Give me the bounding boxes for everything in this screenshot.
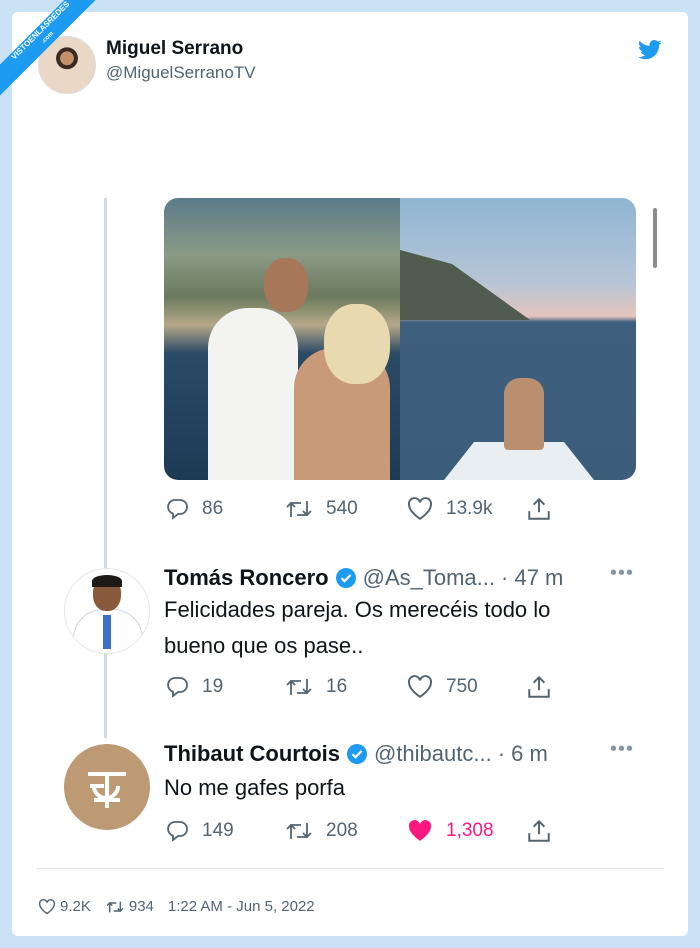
tweet-footer: 9.2K 934 1:22 AM - Jun 5, 2022 [38, 898, 329, 915]
share-icon [528, 819, 550, 842]
reply-icon [167, 499, 188, 520]
reply-time[interactable]: · 6 m [498, 741, 548, 767]
photo-hill [400, 250, 530, 320]
retweet-icon [286, 823, 312, 839]
reply-count: 19 [202, 676, 224, 697]
reply-button[interactable]: 149 [164, 819, 284, 843]
reply-icon [167, 677, 188, 698]
heart-icon [408, 675, 432, 698]
author-name[interactable]: Miguel Serrano [106, 38, 243, 60]
retweet-count: 208 [326, 820, 358, 841]
footer-likes[interactable]: 9.2K [38, 898, 91, 915]
heart-icon [38, 898, 56, 914]
retweet-button[interactable]: 16 [284, 675, 406, 699]
share-button[interactable] [526, 674, 564, 700]
share-icon [528, 675, 550, 698]
timestamp-text: 1:22 AM - Jun 5, 2022 [167, 898, 315, 915]
twitter-bird-icon[interactable] [638, 40, 662, 60]
verified-badge-icon [346, 744, 367, 764]
retweet-count: 16 [326, 676, 348, 697]
thread-connector-line [104, 198, 107, 738]
heart-filled-icon [408, 820, 432, 841]
retweet-count: 540 [326, 498, 358, 519]
tweet-media[interactable] [164, 198, 636, 480]
footer-divider [36, 868, 664, 869]
reply-button[interactable]: 19 [164, 675, 284, 699]
footer-retweets[interactable]: 934 [105, 898, 154, 915]
like-count: 13.9k [446, 498, 493, 519]
reply-avatar-roncero[interactable] [64, 568, 150, 654]
reply-actions: 19 16 750 [164, 674, 564, 700]
retweet-icon [286, 501, 312, 517]
reply-text-line2: bueno que os pase.. [164, 633, 364, 658]
reply-actions: 149 208 1,308 [164, 818, 564, 844]
photo-man [208, 308, 298, 480]
retweet-icon [286, 679, 312, 695]
photo-couple [504, 378, 544, 450]
reply-icon [167, 821, 188, 842]
tc-monogram-logo [88, 772, 126, 808]
retweet-button[interactable]: 540 [284, 497, 406, 521]
heart-icon [408, 497, 432, 520]
reply-header: Tomás Roncero @As_Toma... · 47 m [164, 565, 563, 591]
verified-badge-icon [335, 568, 356, 588]
photo-woman-hair [324, 304, 390, 384]
reply-avatar-courtois[interactable] [64, 744, 150, 830]
author-handle[interactable]: @MiguelSerranoTV [106, 63, 256, 83]
like-count: 750 [446, 676, 478, 697]
more-options-icon[interactable]: ••• [610, 738, 634, 761]
reply-author-name[interactable]: Thibaut Courtois [164, 741, 340, 767]
avatar-tie [103, 615, 111, 649]
scrollbar[interactable] [653, 208, 657, 268]
avatar-hair [92, 575, 122, 587]
reply-author-name[interactable]: Tomás Roncero [164, 565, 329, 591]
reply-header: Thibaut Courtois @thibautc... · 6 m [164, 741, 548, 767]
reply-time[interactable]: · 47 m [501, 565, 563, 591]
reply-button[interactable]: 86 [164, 497, 284, 521]
share-icon [528, 497, 550, 520]
like-button[interactable]: 750 [406, 675, 526, 699]
reply-author-handle[interactable]: @thibautc... [374, 741, 492, 767]
photo-couple-boat[interactable] [400, 198, 636, 480]
footer-like-count: 9.2K [60, 898, 91, 915]
reply-author-handle[interactable]: @As_Toma... [363, 565, 495, 591]
more-options-icon[interactable]: ••• [610, 562, 634, 585]
reply-text-line1: No me gafes porfa [164, 775, 345, 800]
share-button[interactable] [526, 818, 564, 844]
reply-count: 149 [202, 820, 234, 841]
reply-count: 86 [202, 498, 224, 519]
footer-timestamp[interactable]: 1:22 AM - Jun 5, 2022 [168, 898, 315, 915]
photo-man-head [264, 258, 308, 312]
retweet-button[interactable]: 208 [284, 819, 406, 843]
retweet-icon [106, 901, 124, 912]
reply-text-line1: Felicidades pareja. Os merecéis todo lo [164, 597, 551, 622]
footer-retweet-count: 934 [128, 898, 154, 915]
original-tweet-actions: 86 540 13.9k [164, 496, 564, 522]
like-button-liked[interactable]: 1,308 [406, 819, 526, 843]
share-button[interactable] [526, 496, 564, 522]
photo-couple-coast[interactable] [164, 198, 400, 480]
like-count: 1,308 [446, 820, 494, 841]
like-button[interactable]: 13.9k [406, 497, 526, 521]
